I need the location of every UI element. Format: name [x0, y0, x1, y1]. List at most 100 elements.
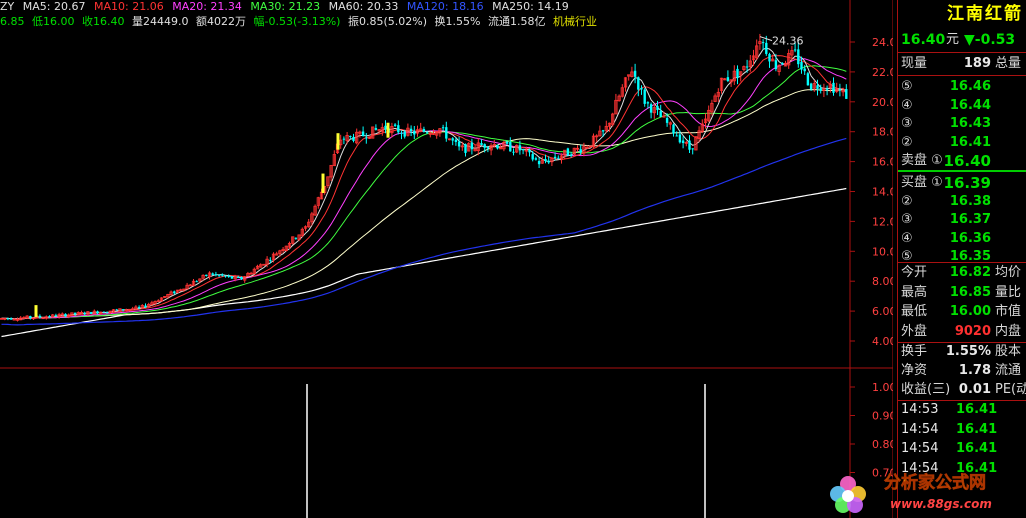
price-tick-label: 24.00	[872, 36, 893, 49]
stat2-1-label: 净资	[901, 363, 928, 378]
stat-2-label: 最低	[901, 304, 928, 319]
tick-price: 16.41	[956, 421, 998, 437]
price-tick-label: 16.00	[872, 156, 893, 169]
sell-level-1-value: 16.40	[943, 152, 991, 170]
ma120-label: MA120: 18.16	[406, 0, 484, 13]
industry-label: 机械行业	[552, 15, 597, 28]
candle-body	[768, 54, 771, 62]
stat-1: 最高 16.85 量比	[898, 283, 1026, 303]
candle-body	[761, 42, 765, 44]
candle-body	[681, 140, 685, 144]
sell-level-3-value: 16.43	[949, 116, 991, 131]
candle-body	[115, 309, 118, 311]
sell-level-2-label: ②	[901, 134, 913, 150]
current-price: 16.40	[901, 32, 946, 48]
price-tick-label: 20.00	[872, 96, 893, 109]
candle-body	[797, 49, 800, 65]
stat-3: 外盘 9020 内盘	[898, 322, 1026, 342]
stat-2-extra: 市值	[995, 304, 1022, 319]
candle-body	[678, 134, 682, 143]
candle-body	[809, 83, 813, 90]
candle-body	[54, 315, 58, 317]
candle-body	[83, 313, 86, 315]
limit-up-candle	[34, 305, 38, 318]
buy-level-1-value: 16.39	[943, 174, 991, 192]
limit-up-candle	[386, 122, 390, 138]
buy-level-2-value: 16.38	[949, 193, 991, 209]
candle-body	[688, 140, 691, 150]
buy-level-1: 买盘 ① 16.39	[898, 173, 1026, 193]
kline-chart[interactable]: 24.00 22.00 20.00 18.00 16.00 14.00 12.00 10.00…	[0, 0, 893, 518]
candle-body	[352, 136, 355, 141]
quote-item: 额4022万	[196, 15, 246, 28]
stat2-0-label: 换手	[901, 344, 928, 359]
candle-body	[173, 291, 176, 294]
candle-body	[553, 156, 557, 159]
candle-body	[659, 111, 662, 117]
candle-body	[217, 274, 221, 276]
candle-body	[845, 89, 848, 99]
candle-body	[38, 315, 42, 318]
candle-body	[825, 88, 829, 90]
stat-0: 今开 16.82 均价	[898, 263, 1026, 283]
tick-time: 14:53	[901, 402, 939, 417]
tick-price: 16.41	[956, 441, 998, 456]
candle-body	[441, 127, 445, 129]
stat-0-extra: 均价	[995, 265, 1022, 280]
candle-body	[483, 144, 486, 148]
candle-body	[569, 154, 573, 156]
candle-body	[496, 145, 499, 149]
candle-body	[793, 49, 797, 51]
stat-3-extra: 内盘	[995, 323, 1022, 339]
candle-body	[64, 313, 67, 317]
buy-level-4: ④ 16.36	[898, 229, 1026, 249]
candle-body	[454, 139, 458, 143]
stat2-1: 净资 1.78 流通	[898, 361, 1026, 381]
ma250-label: MA250: 14.19	[492, 0, 569, 13]
buy-level-2: ② 16.38	[898, 192, 1026, 212]
quote-item: 幅-0.53(-3.13%)	[253, 15, 341, 28]
stat-2: 最低 16.00 市值	[898, 302, 1026, 322]
sell-level-3-label: ③	[901, 116, 913, 131]
sell-level-2-value: 16.41	[949, 134, 991, 150]
sell-level-1: 卖盘 ① 16.40	[898, 151, 1026, 171]
buy-level-3-label: ③	[901, 212, 913, 227]
buy-level-4-label: ④	[901, 230, 913, 246]
candle-body	[137, 306, 141, 308]
sell-level-4: ④ 16.44	[898, 96, 1026, 116]
candle-body	[566, 148, 570, 156]
candle-body	[803, 68, 806, 72]
candle-body	[397, 125, 400, 133]
candle-body	[528, 149, 531, 153]
candle-body	[486, 147, 490, 149]
sell-level-3: ③ 16.43	[898, 114, 1026, 134]
candle-body	[579, 149, 582, 153]
candle-body	[726, 77, 730, 82]
stat2-0-extra: 股本	[995, 344, 1022, 359]
limit-up-candle	[321, 173, 325, 193]
kline-chart-area[interactable]: 24.00 22.00 20.00 18.00 16.00 14.00 12.00 10.00…	[0, 0, 893, 518]
stat-0-value: 16.82	[949, 265, 991, 280]
stat-1-value: 16.85	[949, 284, 991, 300]
candle-body	[480, 143, 483, 146]
ma-legend: ZY MA5: 20.67 MA10: 21.06 MA20: 21.34 MA…	[0, 0, 574, 14]
tick-price: 16.41	[956, 402, 998, 417]
candle-body	[544, 158, 547, 161]
candle-body	[646, 102, 650, 104]
candle-body	[765, 42, 768, 54]
price-tick-label: 12.00	[872, 215, 893, 228]
quote-item: 量24449.0	[132, 15, 189, 28]
tick-row: 14:53 16.41	[898, 400, 1026, 420]
candle-body	[672, 124, 675, 134]
candle-body	[531, 154, 534, 160]
candle-body	[509, 141, 512, 152]
candle-body	[637, 77, 640, 90]
price-tick-label: 4.00	[872, 335, 893, 348]
quote-item: 收16.40	[82, 15, 125, 28]
candle-body	[384, 125, 387, 130]
price-tick-label: 10.00	[872, 245, 893, 258]
candle-body	[105, 312, 109, 314]
ma5-label: MA5: 20.67	[22, 0, 86, 13]
ma120-line	[1, 137, 847, 326]
candle-body	[601, 130, 605, 132]
